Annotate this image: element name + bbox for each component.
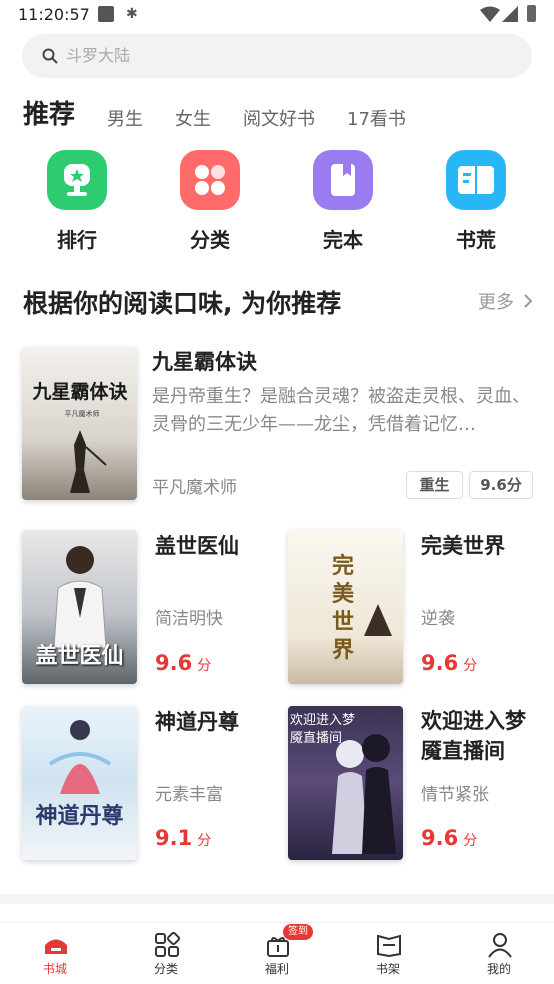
nav-category[interactable]: 分类 <box>126 930 206 980</box>
category-label-ranking: 排行 <box>57 228 97 252</box>
category-label-classify: 分类 <box>190 228 230 252</box>
section-divider <box>0 894 554 904</box>
book-cover-mengyan[interactable]: 欢迎进入梦魇直播间 <box>288 706 403 860</box>
booklack-button[interactable] <box>446 150 506 210</box>
trophy-icon <box>64 164 90 196</box>
section-title: 根据你的阅读口味, 为你推荐 <box>23 289 342 318</box>
book-cover-gaishi[interactable]: 盖世医仙 <box>22 530 137 684</box>
nav-label: 福利 <box>264 962 289 976</box>
category-label-booklack: 书荒 <box>456 228 496 252</box>
book-tag: 元素丰富 <box>155 785 223 805</box>
category-icon <box>155 932 180 957</box>
tab-yuewen[interactable]: 阅文好书 <box>243 105 315 131</box>
book-cover-wanmei[interactable]: 完美世界 <box>288 530 403 684</box>
book-tag: 逆袭 <box>421 609 455 629</box>
status-time: 11:20:57 <box>18 5 90 24</box>
classify-button[interactable] <box>180 150 240 210</box>
book-title[interactable]: 完美世界 <box>421 530 505 560</box>
cover-title: 完美世界 <box>331 553 354 663</box>
book-score: 9.6 分 <box>421 651 478 675</box>
book-tag: 简洁明快 <box>155 609 223 629</box>
featured-description: 是丹帝重生？是融合灵魂？被盗走灵根、灵血、灵骨的三无少年——龙尘，凭借着记忆… <box>152 386 530 435</box>
category-label-completed: 完本 <box>323 228 363 252</box>
nav-label: 我的 <box>486 962 511 976</box>
signal-icon <box>502 6 518 22</box>
nav-bookstore[interactable]: 书城 <box>15 930 95 980</box>
cover-figure <box>53 546 107 648</box>
book-score: 9.6 分 <box>421 826 478 850</box>
book-score: 9.6 分 <box>155 651 212 675</box>
more-link[interactable]: 更多 <box>478 288 514 314</box>
user-icon <box>488 933 512 958</box>
featured-author: 平凡魔术师 <box>152 478 237 498</box>
grid-icon <box>195 165 225 195</box>
nav-bookshelf[interactable]: 书架 <box>348 930 428 980</box>
search-icon <box>42 48 58 64</box>
battery-icon <box>527 5 536 22</box>
nav-divider <box>0 922 554 923</box>
tab-male[interactable]: 男生 <box>107 105 143 131</box>
cover-title: 九星霸体诀 <box>32 381 128 403</box>
book-title[interactable]: 神道丹尊 <box>155 706 239 736</box>
book-title[interactable]: 欢迎进入梦魇直播间 <box>421 706 541 766</box>
home-icon <box>45 939 67 954</box>
app-notification-icon: ✱ <box>126 6 138 22</box>
featured-tag-badge: 重生 <box>406 471 463 499</box>
cover-title: 盖世医仙 <box>35 644 124 669</box>
tab-recommend[interactable]: 推荐 <box>23 94 75 131</box>
nav-label: 分类 <box>153 962 178 976</box>
ranking-button[interactable] <box>47 150 107 210</box>
checkin-badge: 签到 <box>283 924 313 940</box>
cover-figure <box>364 604 392 636</box>
featured-score-badge: 9.6分 <box>469 471 533 499</box>
tab-17kan[interactable]: 17看书 <box>347 105 406 131</box>
completed-button[interactable] <box>313 150 373 210</box>
book-cover-shendao[interactable]: 神道丹尊 <box>22 706 137 860</box>
nav-label: 书架 <box>375 962 400 976</box>
book-tag: 情节紧张 <box>421 785 489 805</box>
book-icon <box>331 164 355 196</box>
cover-title: 欢迎进入梦魇直播间 <box>290 713 356 746</box>
book-title[interactable]: 盖世医仙 <box>155 530 239 560</box>
notification-icon <box>98 6 114 22</box>
nav-label: 书城 <box>42 962 67 976</box>
wifi-icon <box>480 6 500 22</box>
tab-female[interactable]: 女生 <box>175 105 211 131</box>
nav-mine[interactable]: 我的 <box>459 930 539 980</box>
cover-author: 平凡魔术师 <box>64 410 100 418</box>
chevron-right-icon <box>524 294 533 308</box>
cover-title: 神道丹尊 <box>35 803 124 829</box>
cover-figure <box>48 720 112 794</box>
cover-figure <box>70 430 107 493</box>
open-book-icon <box>458 166 494 194</box>
book-score: 9.1 分 <box>155 826 212 850</box>
bookshelf-icon <box>377 934 401 958</box>
featured-title[interactable]: 九星霸体诀 <box>152 346 257 376</box>
search-input[interactable]: 斗罗大陆 <box>66 44 130 68</box>
book-cover-featured[interactable]: 九星霸体诀 平凡魔术师 <box>22 347 137 500</box>
